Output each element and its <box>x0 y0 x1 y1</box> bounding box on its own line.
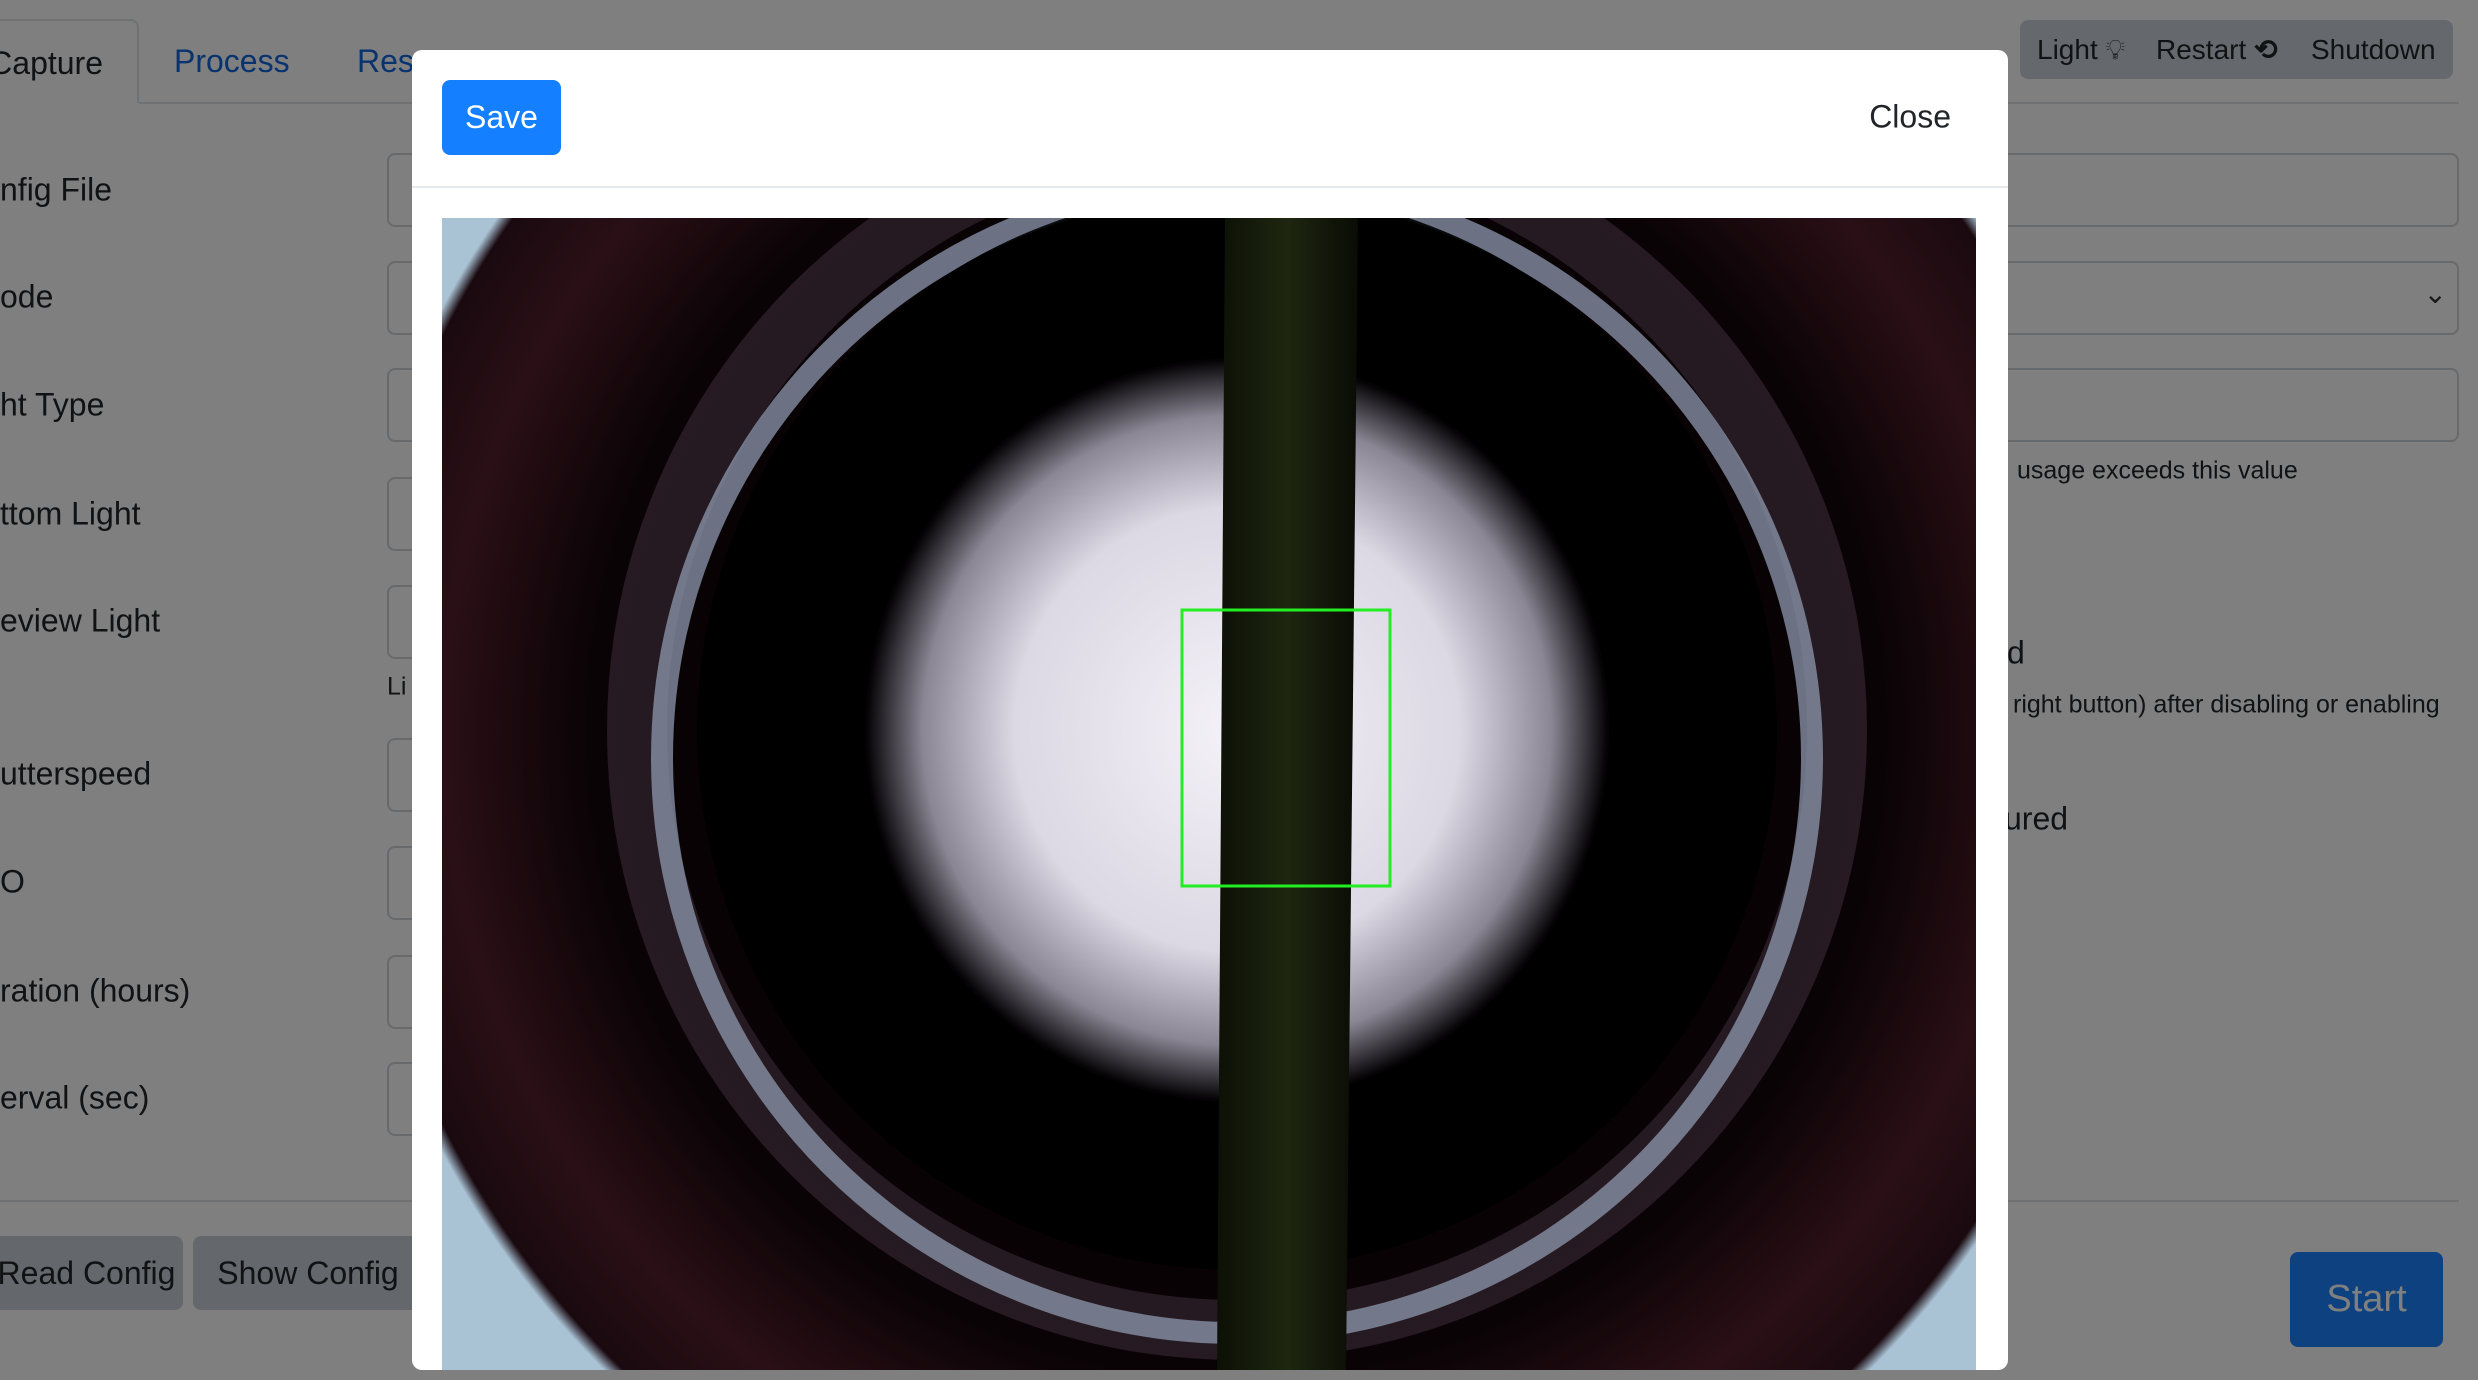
image-modal: Save Close <box>412 50 2008 1370</box>
specimen-stem <box>1217 218 1358 1370</box>
preview-image-graphic <box>442 218 1976 1370</box>
save-button[interactable]: Save <box>442 80 561 155</box>
close-button[interactable]: Close <box>1869 99 1951 136</box>
capture-preview-image[interactable] <box>442 218 1976 1370</box>
modal-header-divider <box>412 186 2008 188</box>
